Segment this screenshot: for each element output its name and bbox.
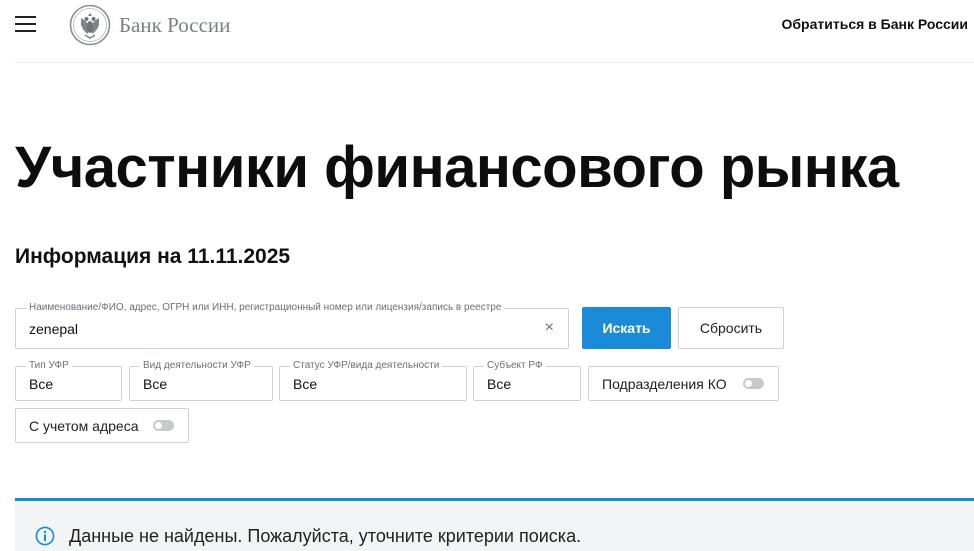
with-address-label: С учетом адреса [29,417,139,434]
brand-name: Банк России [119,12,231,37]
filter-label: Тип УФР [26,360,72,372]
filter-value: Все [29,376,54,392]
filter-label: Субъект РФ [484,360,546,372]
contact-bank-link[interactable]: Обратиться в Банк России [782,16,968,32]
ko-divisions-toggle-field[interactable]: Подразделения КО [588,366,779,401]
hamburger-menu-icon[interactable] [15,16,36,32]
filter-ufr-type[interactable]: Тип УФР Все [15,360,122,401]
info-date-heading: Информация на 11.11.2025 [15,245,291,268]
search-field-label: Наименование/ФИО, адрес, ОГРН или ИНН, р… [26,302,505,314]
filter-activity-type[interactable]: Вид деятельности УФР Все [129,360,273,401]
filter-label: Статус УФР/вида деятельности [290,360,443,372]
toggle-switch[interactable] [153,420,174,431]
info-circle-icon [35,526,55,546]
bank-logo[interactable]: Банк России [69,4,230,46]
no-results-notice: Данные не найдены. Пожалуйста, уточните … [15,498,974,551]
with-address-toggle-field[interactable]: С учетом адреса [15,408,189,443]
filter-label: Вид деятельности УФР [140,360,254,372]
ko-divisions-label: Подразделения КО [602,375,727,392]
search-field[interactable]: Наименование/ФИО, адрес, ОГРН или ИНН, р… [15,302,569,349]
reset-button[interactable]: Сбросить [678,307,784,349]
header-divider [15,62,974,63]
eagle-emblem-icon [69,4,111,46]
close-icon[interactable]: × [545,320,554,336]
filter-value: Все [293,376,318,392]
site-header: Банк России Обратиться в Банк России [0,0,974,62]
filter-region[interactable]: Субъект РФ Все [473,360,581,401]
filter-value: Все [143,376,168,392]
notice-text: Данные не найдены. Пожалуйста, уточните … [69,526,582,546]
filter-status[interactable]: Статус УФР/вида деятельности Все [279,360,467,401]
page-title: Участники финансового рынка [15,135,899,200]
toggle-switch[interactable] [743,378,764,389]
search-button[interactable]: Искать [582,307,671,349]
search-input[interactable] [29,321,529,337]
filter-value: Все [487,376,512,392]
